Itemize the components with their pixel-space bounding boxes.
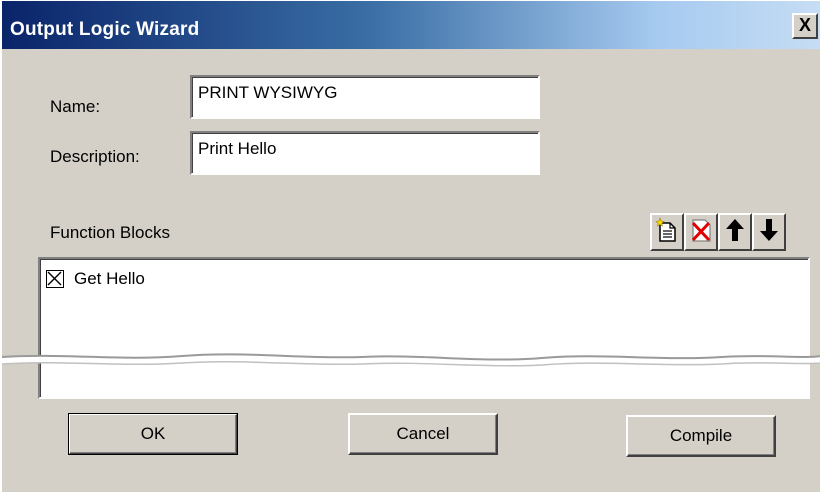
move-down-button[interactable] (752, 213, 786, 251)
arrow-up-icon (724, 217, 746, 248)
list-item[interactable]: Get Hello (46, 269, 145, 289)
checkbox[interactable] (46, 270, 64, 288)
function-blocks-label: Function Blocks (50, 223, 170, 242)
delete-icon (689, 217, 713, 248)
compile-button[interactable]: Compile (626, 415, 776, 457)
function-blocks-list[interactable]: Get Hello (38, 257, 810, 399)
arrow-down-icon (758, 217, 780, 248)
new-document-icon (655, 216, 679, 248)
description-label: Description: (50, 147, 140, 166)
window-title: Output Logic Wizard (10, 19, 200, 40)
ok-button[interactable]: OK (68, 413, 238, 455)
list-item-label: Get Hello (74, 269, 145, 288)
title-bar[interactable]: Output Logic Wizard X (2, 1, 820, 49)
cancel-button[interactable]: Cancel (348, 413, 498, 455)
delete-block-button[interactable] (684, 213, 718, 251)
name-label: Name: (50, 97, 101, 116)
name-field[interactable]: PRINT WYSIWYG (190, 75, 540, 119)
description-field[interactable]: Print Hello (190, 131, 540, 175)
close-icon: X (798, 15, 811, 35)
output-logic-wizard-dialog: Output Logic Wizard X Name: PRINT WYSIWY… (0, 0, 820, 492)
close-button[interactable]: X (792, 13, 818, 39)
new-block-button[interactable] (650, 213, 684, 251)
move-up-button[interactable] (718, 213, 752, 251)
